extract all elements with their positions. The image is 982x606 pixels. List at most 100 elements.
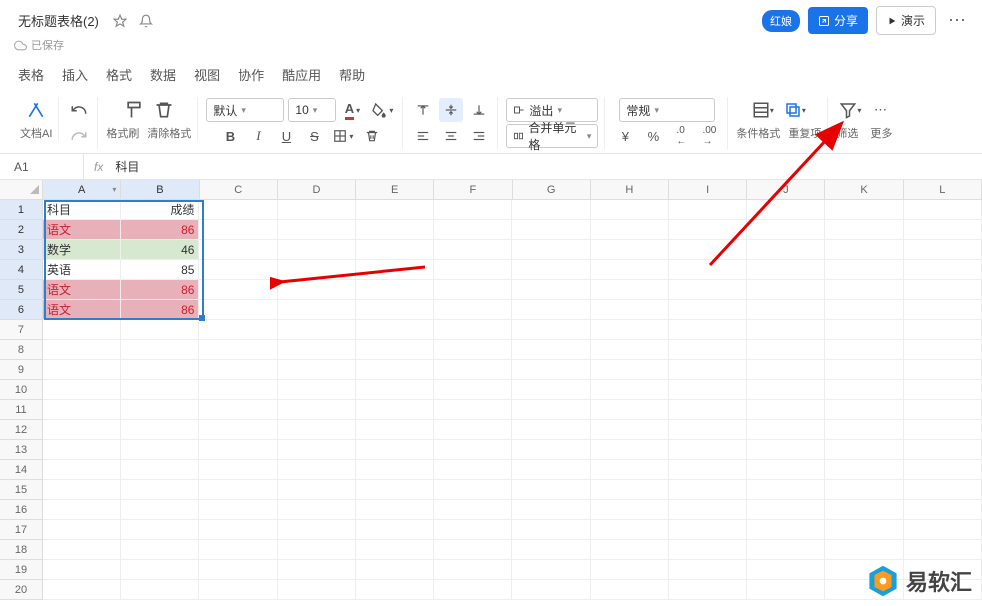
cell-C4[interactable] — [199, 260, 277, 280]
cell-G17[interactable] — [512, 520, 590, 540]
cell-A6[interactable]: 语文 — [43, 300, 121, 320]
cell-H10[interactable] — [591, 380, 669, 400]
cell-D15[interactable] — [278, 480, 356, 500]
valign-mid-button[interactable] — [439, 98, 463, 122]
fill-color-button[interactable]: ▾ — [368, 98, 396, 122]
cell-B18[interactable] — [121, 540, 199, 560]
user-badge[interactable]: 红娘 — [762, 10, 800, 32]
cell-B3[interactable]: 46 — [121, 240, 199, 260]
cell-F13[interactable] — [434, 440, 512, 460]
cell-I17[interactable] — [669, 520, 747, 540]
rowh-5[interactable]: 5 — [0, 280, 43, 300]
cell-F11[interactable] — [434, 400, 512, 420]
col-D[interactable]: D — [278, 180, 356, 199]
dup-icon[interactable]: ▾ — [781, 98, 809, 122]
cell-G20[interactable] — [512, 580, 590, 600]
cell-J3[interactable] — [747, 240, 825, 260]
menu-coolapp[interactable]: 酷应用 — [282, 65, 321, 84]
cell-F5[interactable] — [434, 280, 512, 300]
cell-L14[interactable] — [904, 460, 982, 480]
cell-G1[interactable] — [512, 200, 590, 220]
cell-C18[interactable] — [199, 540, 277, 560]
cell-K2[interactable] — [825, 220, 903, 240]
cell-C1[interactable] — [199, 200, 277, 220]
cell-G19[interactable] — [512, 560, 590, 580]
cell-L16[interactable] — [904, 500, 982, 520]
cell-reference[interactable]: A1 — [0, 154, 84, 179]
cell-A18[interactable] — [43, 540, 121, 560]
present-button[interactable]: 演示 — [876, 6, 936, 35]
rowh-19[interactable]: 19 — [0, 560, 43, 580]
rowh-13[interactable]: 13 — [0, 440, 43, 460]
cell-K12[interactable] — [825, 420, 903, 440]
cell-E12[interactable] — [356, 420, 434, 440]
cell-K17[interactable] — [825, 520, 903, 540]
cell-B7[interactable] — [121, 320, 199, 340]
cell-J4[interactable] — [747, 260, 825, 280]
cell-K10[interactable] — [825, 380, 903, 400]
redo-button[interactable] — [67, 124, 91, 148]
cell-E18[interactable] — [356, 540, 434, 560]
cell-I14[interactable] — [669, 460, 747, 480]
cell-D7[interactable] — [278, 320, 356, 340]
cell-F7[interactable] — [434, 320, 512, 340]
cell-G2[interactable] — [512, 220, 590, 240]
number-format-select[interactable]: 常规▾ — [619, 98, 715, 122]
cell-F8[interactable] — [434, 340, 512, 360]
cell-E20[interactable] — [356, 580, 434, 600]
menu-insert[interactable]: 插入 — [62, 65, 88, 84]
cell-A15[interactable] — [43, 480, 121, 500]
cell-H14[interactable] — [591, 460, 669, 480]
cell-B16[interactable] — [121, 500, 199, 520]
cell-K9[interactable] — [825, 360, 903, 380]
format-painter-button[interactable] — [121, 98, 147, 122]
col-B[interactable]: B — [121, 180, 199, 199]
cell-C11[interactable] — [199, 400, 277, 420]
cell-E1[interactable] — [356, 200, 434, 220]
col-A[interactable]: A▾ — [43, 180, 121, 199]
menu-data[interactable]: 数据 — [150, 65, 176, 84]
cell-L5[interactable] — [904, 280, 982, 300]
cell-J11[interactable] — [747, 400, 825, 420]
share-button[interactable]: 分享 — [808, 7, 868, 34]
cell-J16[interactable] — [747, 500, 825, 520]
cell-F9[interactable] — [434, 360, 512, 380]
cell-G15[interactable] — [512, 480, 590, 500]
cell-D4[interactable] — [278, 260, 356, 280]
cell-A19[interactable] — [43, 560, 121, 580]
cell-A20[interactable] — [43, 580, 121, 600]
col-C[interactable]: C — [200, 180, 278, 199]
cell-A11[interactable] — [43, 400, 121, 420]
cell-F20[interactable] — [434, 580, 512, 600]
menu-table[interactable]: 表格 — [18, 65, 44, 84]
cell-J14[interactable] — [747, 460, 825, 480]
rowh-9[interactable]: 9 — [0, 360, 43, 380]
cell-C5[interactable] — [199, 280, 277, 300]
menu-view[interactable]: 视图 — [194, 65, 220, 84]
filter-icon[interactable]: ▾ — [836, 98, 864, 122]
currency-button[interactable]: ¥ — [613, 124, 637, 148]
more-toolbar-icon[interactable]: ⋯ — [868, 98, 892, 122]
document-title[interactable]: 无标题表格(2) — [14, 9, 103, 32]
cell-E7[interactable] — [356, 320, 434, 340]
cell-H19[interactable] — [591, 560, 669, 580]
cell-I2[interactable] — [669, 220, 747, 240]
col-L[interactable]: L — [904, 180, 982, 199]
cell-F2[interactable] — [434, 220, 512, 240]
cell-F6[interactable] — [434, 300, 512, 320]
cell-E4[interactable] — [356, 260, 434, 280]
menu-format[interactable]: 格式 — [106, 65, 132, 84]
valign-top-button[interactable] — [411, 98, 435, 122]
rowh-7[interactable]: 7 — [0, 320, 43, 340]
cell-G13[interactable] — [512, 440, 590, 460]
cell-J1[interactable] — [747, 200, 825, 220]
cell-I1[interactable] — [669, 200, 747, 220]
cell-B1[interactable]: 成绩 — [121, 200, 199, 220]
cell-K4[interactable] — [825, 260, 903, 280]
cell-I13[interactable] — [669, 440, 747, 460]
cell-J13[interactable] — [747, 440, 825, 460]
cell-K5[interactable] — [825, 280, 903, 300]
cell-C16[interactable] — [199, 500, 277, 520]
valign-bot-button[interactable] — [467, 98, 491, 122]
cell-K16[interactable] — [825, 500, 903, 520]
